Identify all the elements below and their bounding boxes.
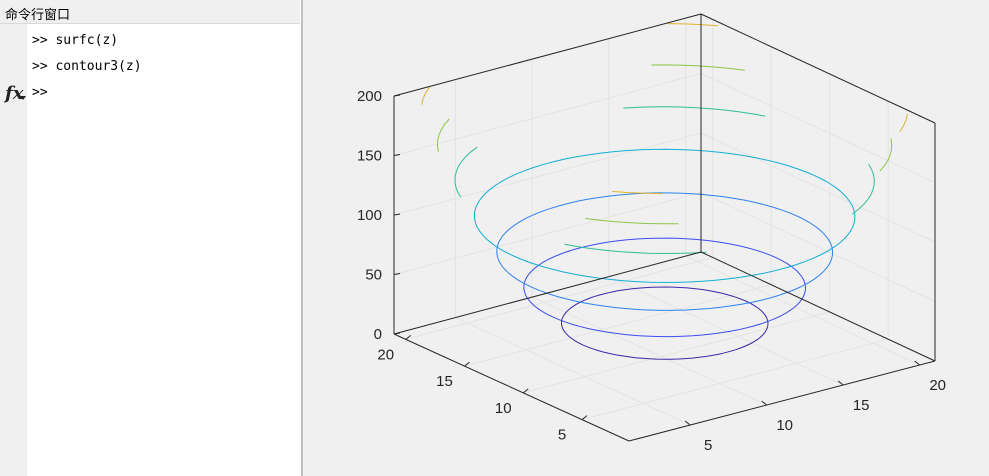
contour3-plot[interactable]: 0 50 100 150 200 5 10 15 20 5 10 15 20 — [303, 0, 989, 476]
axis-edge — [393, 333, 630, 442]
tick-label: 15 — [436, 373, 453, 390]
tick-label: 10 — [776, 417, 793, 434]
tick-mark — [393, 213, 401, 216]
tick-label: 150 — [357, 148, 382, 165]
axis-edge — [700, 13, 936, 124]
command-input-line[interactable]: >> — [32, 85, 55, 100]
grid-line — [608, 276, 844, 386]
contour-line — [421, 23, 908, 195]
prompt: >> — [32, 59, 48, 74]
tick-mark — [393, 154, 401, 156]
grid-line — [523, 311, 830, 394]
grid-line — [405, 256, 713, 340]
axes-ticks: 0 50 100 150 200 5 10 15 20 5 10 15 20 — [357, 88, 946, 454]
contour-line — [436, 64, 893, 225]
tick-label: 10 — [495, 400, 512, 417]
grid-line — [685, 255, 920, 366]
prompt: >> — [32, 85, 48, 100]
command-window[interactable]: 命令行窗口 fx >> surfc(z) >> contour3(z) >> — [0, 0, 302, 476]
grid-line — [581, 338, 889, 421]
tick-label: 100 — [357, 207, 382, 224]
tick-mark — [393, 94, 401, 97]
grid-line — [393, 73, 702, 156]
tick-label: 20 — [377, 346, 394, 363]
grid-line — [393, 132, 702, 216]
command-window-title: 命令行窗口 — [5, 8, 71, 23]
tick-label: 0 — [374, 326, 382, 343]
grid-line — [393, 192, 702, 275]
grid-line — [700, 132, 936, 243]
tick-label: 5 — [704, 437, 712, 454]
grid-line — [700, 73, 936, 183]
axis-edge — [393, 13, 702, 97]
command-text: surfc(z) — [55, 33, 119, 48]
grid-line — [455, 317, 691, 426]
command-window-titlebar[interactable]: 命令行窗口 — [0, 0, 300, 24]
chevron-down-icon — [20, 96, 26, 100]
fx-function-browser-icon[interactable]: fx — [5, 83, 26, 104]
axis-edge — [700, 251, 936, 362]
tick-label: 20 — [929, 377, 946, 394]
tick-label: 5 — [558, 427, 566, 444]
command-text: contour3(z) — [55, 59, 142, 74]
tick-label: 15 — [853, 397, 870, 414]
tick-label: 200 — [357, 88, 382, 105]
tick-label: 50 — [365, 267, 382, 284]
tick-mark — [393, 332, 401, 335]
tick-mark — [393, 273, 401, 275]
axes-box — [393, 13, 936, 442]
grid-line — [464, 284, 772, 367]
axis-edge — [393, 251, 702, 335]
contour-line — [454, 106, 875, 255]
command-history-line[interactable]: >> contour3(z) — [32, 59, 142, 74]
contour-line — [561, 286, 769, 360]
prompt: >> — [32, 33, 48, 48]
grid-line — [700, 192, 936, 302]
command-history-line[interactable]: >> surfc(z) — [32, 33, 118, 48]
figure-window[interactable]: 0 50 100 150 200 5 10 15 20 5 10 15 20 — [303, 0, 989, 476]
contour-lines — [421, 23, 908, 360]
